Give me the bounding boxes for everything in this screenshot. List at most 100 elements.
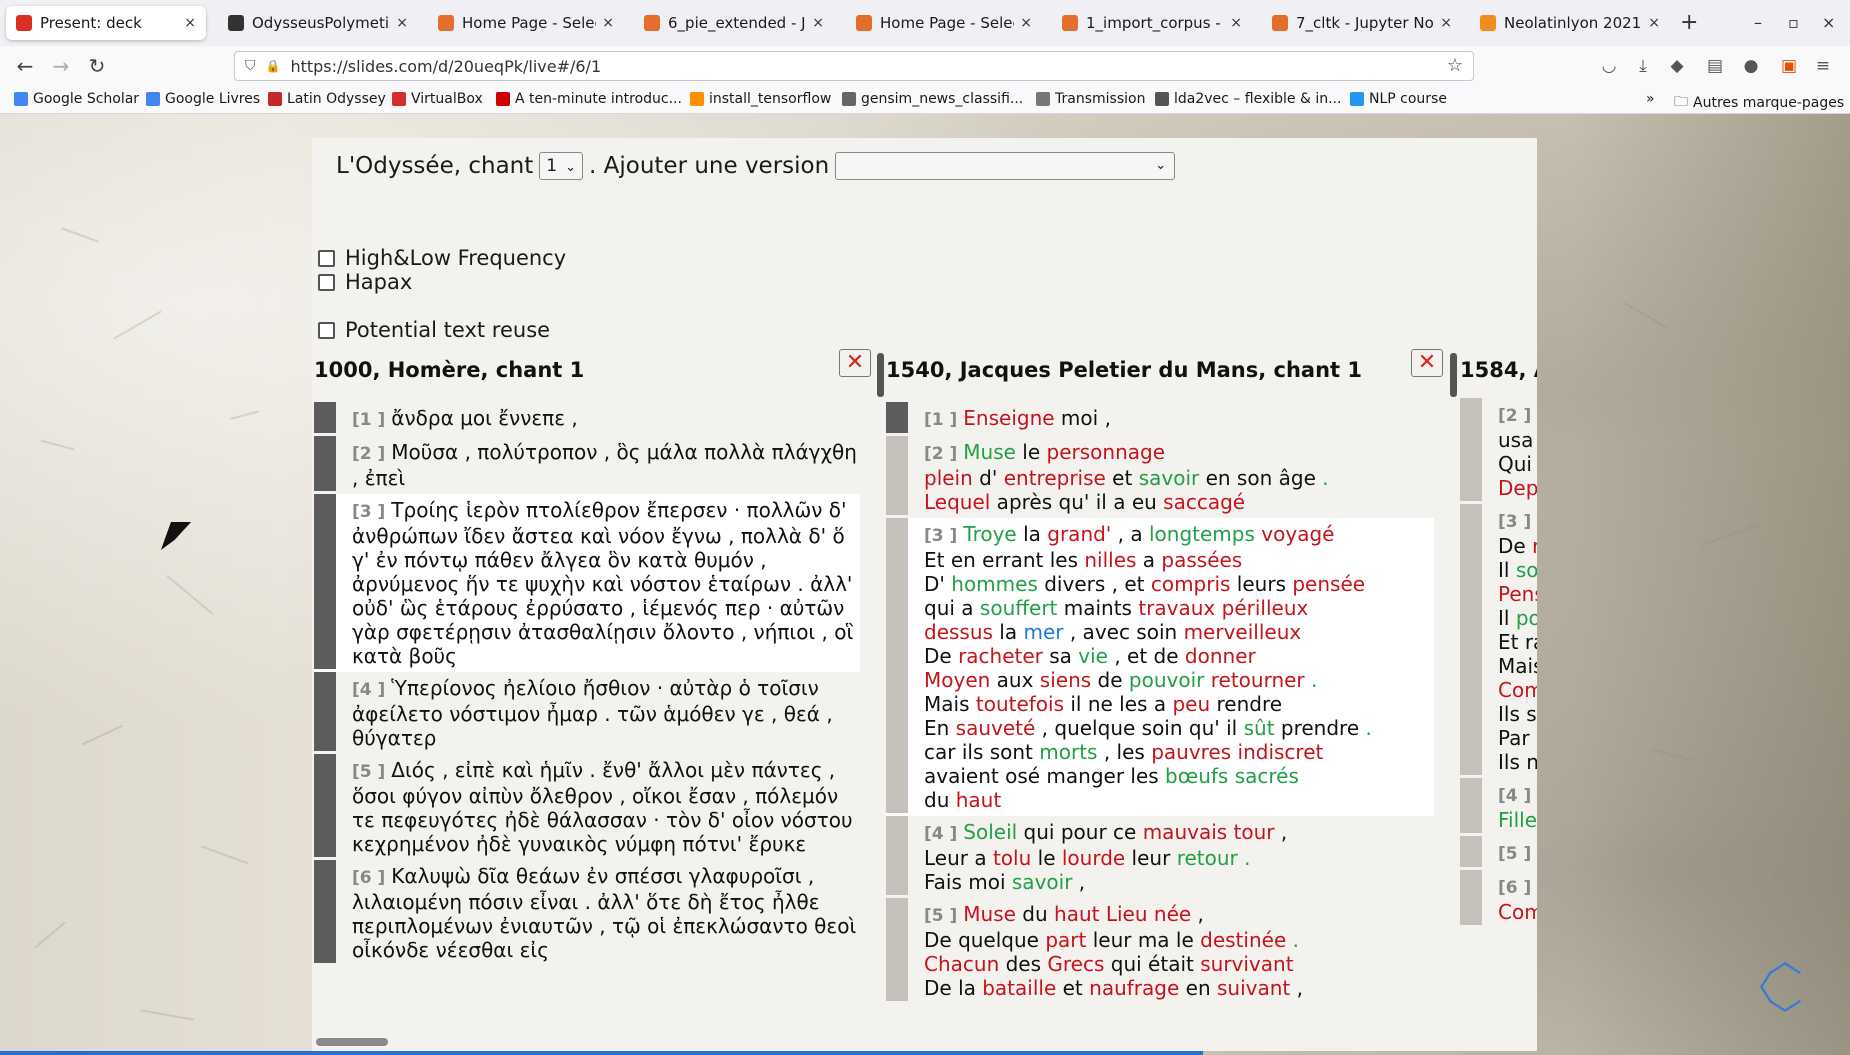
bookmark-star-icon[interactable]: ☆ — [1447, 55, 1463, 76]
text-reuse-option[interactable]: Potential text reuse — [318, 318, 550, 342]
annotated-word: mauvais — [1142, 820, 1228, 844]
bookmark-item[interactable]: Google Livres — [146, 91, 260, 107]
high-low-frequency-checkbox[interactable] — [318, 249, 335, 267]
verse-text: maints — [1057, 596, 1139, 620]
verse-marker — [1460, 504, 1482, 775]
tab[interactable]: 1_import_corpus - Jupy × — [1052, 6, 1252, 40]
background-texture — [113, 310, 162, 340]
verse-text: du — [1015, 902, 1055, 926]
verse-block[interactable]: [4 ] Ὑπερίονος ἠελίοιο ἤσθιον · αὐτὰρ ὁ τ… — [314, 672, 860, 754]
verse-block[interactable]: [5 ] Διός , εἰπὲ καὶ ἡμῖν . ἔνθ' ἄλλοι μὲ… — [314, 754, 860, 860]
close-tab-icon[interactable]: × — [1440, 15, 1452, 31]
verse-block[interactable]: [4 ]QuiFille — [1460, 778, 1537, 836]
verse-block[interactable]: [3 ] Troye la grand' , a longtemps voyagé… — [886, 518, 1434, 816]
reload-button[interactable]: ↻ — [84, 54, 110, 78]
new-tab-button[interactable]: + — [1680, 12, 1698, 34]
bookmark-item[interactable]: lda2vec – flexible & in... — [1155, 91, 1341, 107]
close-tab-icon[interactable]: × — [396, 15, 408, 31]
text-reuse-checkbox[interactable] — [318, 321, 335, 339]
close-tab-icon[interactable]: × — [602, 15, 614, 31]
verse-text: moi , — [1054, 406, 1111, 430]
close-tab-icon[interactable]: × — [184, 15, 196, 31]
hapax-option[interactable]: Hapax — [318, 270, 412, 294]
verse-marker — [314, 494, 336, 669]
url-text[interactable]: https://slides.com/d/20ueqPk/live#/6/1 — [290, 57, 601, 76]
chant-select[interactable]: 1 ⌄ — [539, 152, 583, 180]
mouse-cursor-icon — [160, 522, 192, 550]
addon-icon[interactable]: ● — [1740, 56, 1762, 76]
address-bar[interactable]: ⛉ 🔒 https://slides.com/d/20ueqPk/live#/6… — [234, 51, 1474, 81]
annotated-word: passées — [1161, 548, 1243, 572]
forward-button[interactable]: → — [48, 54, 74, 78]
window-close-button[interactable]: × — [1822, 13, 1835, 32]
nav-down-arrow-icon[interactable]: ﹀ — [1768, 1000, 1802, 1034]
version-select[interactable]: ⌄ — [835, 152, 1176, 180]
tab[interactable]: Present: deck × — [6, 6, 206, 40]
tab[interactable]: 7_cltk - Jupyter Noteb × — [1262, 6, 1462, 40]
annotated-word: savoir — [1138, 466, 1200, 490]
tab[interactable]: Neolatinlyon 2021 - éc × — [1470, 6, 1670, 40]
tab[interactable]: 6_pie_extended - Jupy × — [634, 6, 834, 40]
high-low-frequency-option[interactable]: High&Low Frequency — [318, 246, 566, 270]
verse-block[interactable]: [6 ]RaceCom — [1460, 870, 1537, 928]
close-tab-icon[interactable]: × — [812, 15, 824, 31]
window-minimize-button[interactable]: – — [1754, 13, 1762, 32]
background-texture — [140, 1009, 195, 1021]
window-restore-button[interactable]: ▫ — [1788, 13, 1799, 32]
verse-text: qui pour ce — [1017, 820, 1143, 844]
bookmark-item[interactable]: Latin Odyssey — [268, 91, 386, 107]
column-resize-handle[interactable] — [877, 353, 884, 397]
verse-block[interactable]: [6 ] Καλυψὼ δῖα θεάων ἐν σπέσσι γλαφυροῖσ… — [314, 860, 860, 966]
verse-text: , a — [1111, 522, 1149, 546]
horizontal-scrollbar[interactable] — [316, 1038, 388, 1046]
menu-icon[interactable]: ≡ — [1812, 56, 1834, 76]
bookmark-item[interactable]: VirtualBox — [392, 91, 483, 107]
verse-text: , avec soin — [1063, 620, 1184, 644]
annotated-word: Grecs — [1047, 952, 1105, 976]
verse-text: aux — [990, 668, 1040, 692]
download-icon[interactable]: ⤓ — [1632, 56, 1654, 76]
extension-icon[interactable]: ◆ — [1666, 56, 1688, 76]
bookmarks-overflow-button[interactable]: » — [1646, 91, 1655, 107]
verse-block[interactable]: [4 ] Soleil qui pour ce mauvais tour , Leu… — [886, 816, 1434, 898]
verse-block[interactable]: [2 ] Μοῦσα , πολύτροπον , ὃς μάλα πολλὰ π… — [314, 436, 860, 494]
addon-orange-icon[interactable]: ▣ — [1778, 56, 1800, 76]
close-tab-icon[interactable]: × — [1648, 15, 1660, 31]
close-column-button[interactable]: ✕ — [1411, 349, 1443, 377]
close-column-button[interactable]: ✕ — [839, 349, 871, 377]
bookmark-item[interactable]: Transmission — [1036, 91, 1145, 107]
verse-block[interactable]: [3 ] Τροίης ἱερὸν πτολίεθρον ἔπερσεν · πο… — [314, 494, 860, 672]
shield-icon[interactable]: ⛉ — [245, 58, 256, 74]
other-bookmarks-folder[interactable]: 🗀 Autres marque-pages — [1674, 91, 1844, 115]
verse-block[interactable]: [1 ] ἄνδρα μοι ἔννεπε , — [314, 402, 860, 436]
close-tab-icon[interactable]: × — [1230, 15, 1242, 31]
verse-block[interactable]: [2 ]QuiusaQuiDep — [1460, 398, 1537, 504]
verse-block[interactable]: [2 ] Muse le personnage plein d' entrepris… — [886, 436, 1434, 518]
hapax-checkbox[interactable] — [318, 273, 335, 291]
verse-number: [2 ] — [352, 444, 386, 464]
verse-block[interactable]: [1 ] Enseigne moi , — [886, 402, 1434, 436]
tab[interactable]: Home Page - Select or × — [846, 6, 1042, 40]
bookmark-item[interactable]: gensim_news_classifi... — [842, 91, 1023, 107]
verse-block[interactable]: [3 ]Il vitDe rIl soPensIl poEt raMaisCom… — [1460, 504, 1537, 778]
tab[interactable]: Home Page - Select or × — [428, 6, 624, 40]
verse-block[interactable]: [5 ] — [1460, 836, 1537, 870]
column-resize-handle[interactable] — [1450, 353, 1457, 397]
bookmark-item[interactable]: Google Scholar — [14, 91, 139, 107]
annotated-word: . — [1304, 668, 1318, 692]
bookmark-item[interactable]: A ten-minute introduc... — [496, 91, 682, 107]
reader-icon[interactable]: ▤ — [1704, 56, 1726, 76]
verse-text: , — [1290, 976, 1303, 1000]
close-tab-icon[interactable]: × — [1020, 15, 1032, 31]
verse-block[interactable]: [5 ] Muse du haut Lieu née , De quelque pa… — [886, 898, 1434, 1004]
tab[interactable]: OdysseusPolymetis/ne × — [218, 6, 418, 40]
annotated-word: suivant — [1216, 976, 1291, 1000]
bookmark-item[interactable]: install_tensorflow — [690, 91, 831, 107]
keras-icon — [496, 92, 510, 106]
lock-icon[interactable]: 🔒 — [266, 59, 281, 73]
bookmark-item[interactable]: NLP course — [1350, 91, 1447, 107]
pocket-icon[interactable]: ◡ — [1598, 56, 1620, 76]
back-button[interactable]: ← — [12, 54, 38, 78]
tab-title: Present: deck — [40, 14, 142, 32]
verse-text: Διός , εἰπὲ καὶ ἡμῖν . ἔνθ' ἄλλοι μὲν πά… — [352, 758, 853, 856]
